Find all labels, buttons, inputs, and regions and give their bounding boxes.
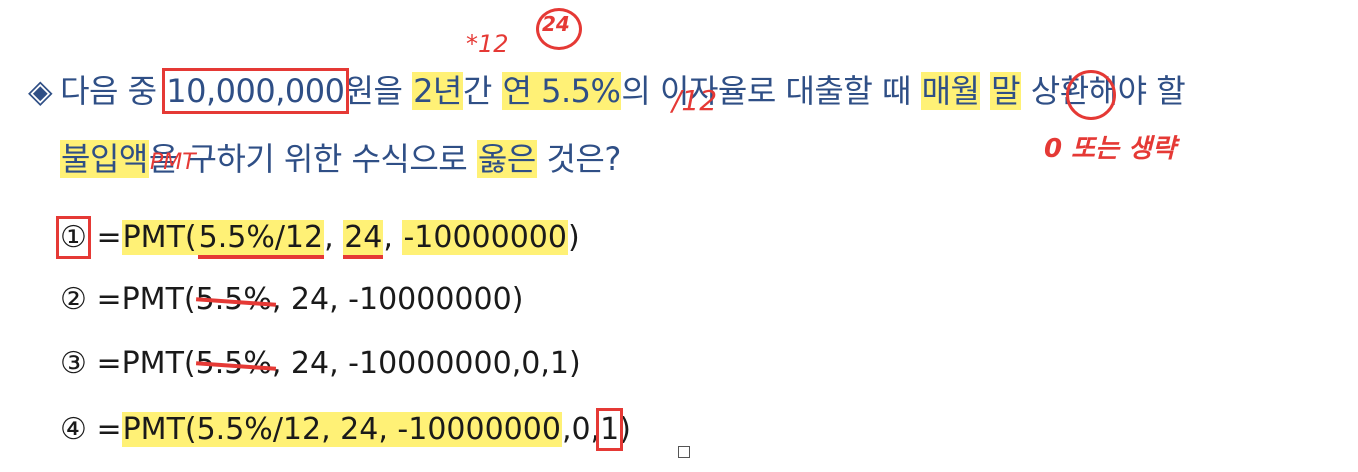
diamond-bullet-icon: ◈ — [28, 72, 53, 110]
annotation-24: 24 — [542, 12, 570, 36]
option-2: ② =PMT(5.5%, 24, -10000000) — [60, 282, 524, 317]
question-line-1: ◈ 다음 중 10,000,000원을 2년간 연 5.5%의 이자율로 대출할 … — [28, 68, 1186, 114]
annotation-zero-or-omit: 0 또는 생략 — [1044, 134, 1176, 164]
annotation-pmt: PMT — [150, 150, 196, 175]
option-4-number: ④ — [60, 412, 87, 447]
monthly-word: 매월 — [920, 72, 981, 110]
option-2-rate: 5.5% — [195, 282, 272, 317]
mouse-cursor-icon — [678, 446, 690, 458]
option-1-pv: -10000000 — [402, 220, 568, 255]
option-3: ③ =PMT(5.5%, 24, -10000000,0,1) — [60, 346, 581, 381]
end-of-month-word: 말 — [990, 72, 1022, 110]
option-1-periods: 24 — [343, 220, 384, 259]
correct-word: 옳은 — [476, 140, 537, 178]
interest-rate: 연 5.5% — [501, 72, 622, 110]
option-1-rate: 5.5%/12 — [197, 220, 325, 259]
option-4: ④ =PMT(5.5%/12, 24, -10000000,0,1) — [60, 408, 631, 451]
option-1-number: ① — [56, 216, 91, 259]
question-line-2: 불입액을 구하기 위한 수식으로 옳은 것은? — [60, 140, 621, 178]
option-1: ① =PMT(5.5%/12, 24, -10000000) — [56, 216, 580, 259]
loan-amount: 10,000,000 — [162, 68, 349, 114]
option-3-rate: 5.5% — [195, 346, 272, 381]
option-2-number: ② — [60, 282, 87, 317]
option-4-type-arg: 1 — [596, 408, 624, 451]
annotation-circle-end — [1066, 70, 1116, 120]
option-4-formula: PMT(5.5%/12, 24, -10000000 — [121, 412, 562, 447]
loan-years: 2년 — [412, 72, 463, 110]
annotation-times-12: *12 — [466, 30, 509, 58]
annotation-slash-12: /12 — [672, 84, 718, 117]
option-3-number: ③ — [60, 346, 87, 381]
payment-word: 불입액 — [60, 140, 149, 178]
